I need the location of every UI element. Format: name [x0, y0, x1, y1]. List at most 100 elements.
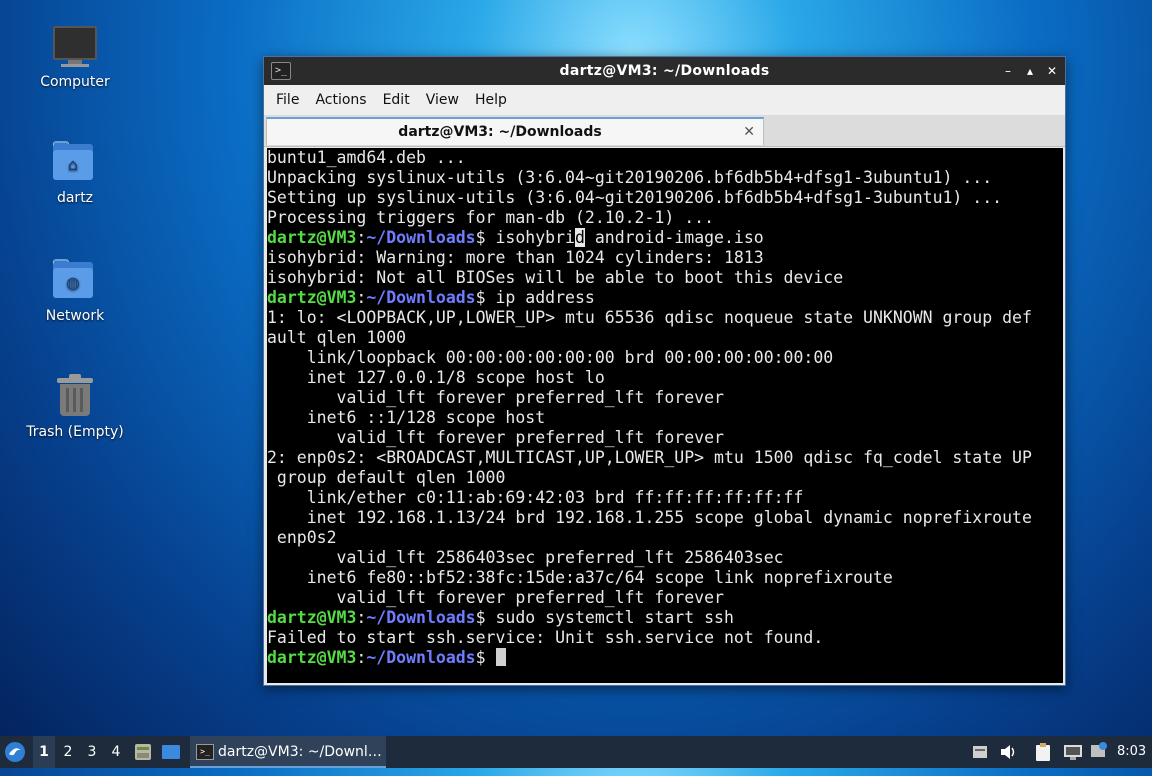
tray-clipboard[interactable] [1034, 736, 1054, 768]
terminal-tab[interactable]: dartz@VM3: ~/Downloads ✕ [266, 117, 764, 145]
prompt-separator: : [356, 648, 367, 667]
menu-help[interactable]: Help [467, 85, 515, 115]
home-desktop-icon[interactable]: ⌂ dartz [20, 138, 130, 206]
tray-volume[interactable] [1000, 736, 1018, 768]
terminal-prompt-line: dartz@VM3:~/Downloads$ ip address [267, 288, 1063, 308]
show-desktop-button[interactable] [161, 736, 183, 768]
notification-icon [1091, 742, 1107, 757]
terminal-output-line: Setting up syslinux-utils (3:6.04~git201… [267, 188, 1003, 207]
prompt-symbol: $ [475, 288, 496, 307]
tray-network[interactable] [1063, 736, 1083, 768]
terminal-output-line: Failed to start ssh.service: Unit ssh.se… [267, 628, 824, 647]
window-title: dartz@VM3: ~/Downloads [559, 63, 770, 79]
prompt-user: dartz@VM3 [267, 228, 357, 247]
terminal-window[interactable]: >_ dartz@VM3: ~/Downloads – ▴ ✕ File Act… [263, 56, 1066, 686]
prompt-symbol: $ [475, 228, 496, 247]
terminal-prompt-line: dartz@VM3:~/Downloads$ isohybrid android… [267, 228, 1063, 248]
workspace-2[interactable]: 2 [57, 736, 79, 768]
prompt-separator: : [356, 288, 367, 307]
network-icon [1064, 745, 1082, 760]
terminal-output-line: isohybrid: Warning: more than 1024 cylin… [267, 248, 764, 267]
terminal-output-line: buntu1_amd64.deb ... [267, 148, 466, 167]
tray-keyboard[interactable] [972, 736, 990, 768]
maximize-button[interactable]: ▴ [1022, 62, 1038, 80]
workspace-4[interactable]: 4 [105, 736, 127, 768]
terminal-output-line: group default qlen 1000 [267, 468, 506, 487]
terminal-output-line: ault qlen 1000 [267, 328, 407, 347]
terminal-output-line: valid_lft forever preferred_lft forever [267, 428, 724, 447]
clock[interactable]: 8:03 [1117, 736, 1149, 768]
taskbar-terminal-item[interactable]: >_ dartz@VM3: ~/Downl… [190, 736, 386, 768]
terminal-output[interactable]: buntu1_amd64.deb ... Unpacking syslinux-u… [267, 148, 1063, 683]
computer-icon [51, 22, 99, 70]
clipboard-icon [1036, 743, 1050, 761]
prompt-symbol: $ [475, 608, 496, 627]
task-label: dartz@VM3: ~/Downl… [218, 744, 382, 760]
command-text: android-image.iso [584, 228, 764, 247]
prompt-symbol: $ [475, 648, 496, 667]
terminal-output-line: inet 192.168.1.13/24 brd 192.168.1.255 s… [267, 508, 1032, 527]
desktop-icon [162, 745, 180, 759]
file-cabinet-icon [135, 744, 151, 760]
command-text: isohybri [495, 228, 575, 247]
menu-bar: File Actions Edit View Help [264, 85, 1065, 115]
menu-actions[interactable]: Actions [307, 85, 374, 115]
terminal-output-line: 2: enp0s2: <BROADCAST,MULTICAST,UP,LOWER… [267, 448, 1032, 467]
start-menu-button[interactable] [4, 736, 30, 768]
terminal-output-line: valid_lft forever preferred_lft forever [267, 588, 724, 607]
terminal-output-line: inet 127.0.0.1/8 scope host lo [267, 368, 605, 387]
text-cursor: d [574, 228, 585, 247]
prompt-separator: : [356, 608, 367, 627]
prompt-user: dartz@VM3 [267, 288, 357, 307]
home-folder-icon: ⌂ [51, 138, 99, 186]
keyboard-icon [973, 746, 987, 758]
terminal-output-line: inet6 fe80::bf52:38fc:15de:a37c/64 scope… [267, 568, 893, 587]
tab-bar: dartz@VM3: ~/Downloads ✕ [264, 115, 1065, 147]
terminal-prompt-line: dartz@VM3:~/Downloads$ [267, 648, 1063, 668]
terminal-task-icon: >_ [196, 744, 214, 760]
tab-close-icon[interactable]: ✕ [743, 119, 755, 145]
close-window-button[interactable]: ✕ [1044, 62, 1060, 80]
network-desktop-icon[interactable]: ◍ Network [20, 256, 130, 324]
prompt-path: ~/Downloads [366, 228, 476, 247]
menu-file[interactable]: File [268, 85, 307, 115]
terminal-output-line: link/loopback 00:00:00:00:00:00 brd 00:0… [267, 348, 834, 367]
terminal-output-line: 1: lo: <LOOPBACK,UP,LOWER_UP> mtu 65536 … [267, 308, 1032, 327]
terminal-output-line: Processing triggers for man-db (2.10.2-1… [267, 208, 715, 227]
terminal-prompt-line: dartz@VM3:~/Downloads$ sudo systemctl st… [267, 608, 1063, 628]
tab-label: dartz@VM3: ~/Downloads [398, 124, 602, 140]
window-titlebar[interactable]: >_ dartz@VM3: ~/Downloads – ▴ ✕ [264, 57, 1065, 85]
terminal-output-line: valid_lft 2586403sec preferred_lft 25864… [267, 548, 784, 567]
terminal-output-line: isohybrid: Not all BIOSes will be able t… [267, 268, 844, 287]
terminal-cursor [495, 648, 506, 666]
terminal-output-line: Unpacking syslinux-utils (3:6.04~git2019… [267, 168, 993, 187]
prompt-path: ~/Downloads [366, 288, 476, 307]
workspace-3[interactable]: 3 [81, 736, 103, 768]
terminal-output-line: valid_lft forever preferred_lft forever [267, 388, 724, 407]
workspace-1[interactable]: 1 [33, 736, 55, 768]
terminal-output-line: link/ether c0:11:ab:69:42:03 brd ff:ff:f… [267, 488, 804, 507]
minimize-button[interactable]: – [1000, 62, 1016, 80]
volume-icon [1001, 745, 1015, 759]
computer-label: Computer [40, 74, 110, 90]
trash-icon [51, 372, 99, 420]
computer-desktop-icon[interactable]: Computer [20, 22, 130, 90]
terminal-output-line: enp0s2 [267, 528, 337, 547]
taskbar: 1 2 3 4 >_ dartz@VM3: ~/Downl… 8:03 [0, 736, 1152, 768]
terminal-output-line: inet6 ::1/128 scope host [267, 408, 546, 427]
prompt-path: ~/Downloads [366, 608, 476, 627]
file-manager-launcher[interactable] [133, 736, 155, 768]
prompt-separator: : [356, 228, 367, 247]
trash-desktop-icon[interactable]: Trash (Empty) [20, 372, 130, 440]
trash-label: Trash (Empty) [26, 424, 124, 440]
network-label: Network [45, 308, 105, 324]
menu-view[interactable]: View [418, 85, 467, 115]
menu-edit[interactable]: Edit [375, 85, 418, 115]
network-folder-icon: ◍ [51, 256, 99, 304]
prompt-user: dartz@VM3 [267, 608, 357, 627]
command-text: ip address [495, 288, 595, 307]
prompt-path: ~/Downloads [366, 648, 476, 667]
tray-notifications[interactable] [1090, 736, 1110, 768]
prompt-user: dartz@VM3 [267, 648, 357, 667]
home-label: dartz [56, 190, 94, 206]
